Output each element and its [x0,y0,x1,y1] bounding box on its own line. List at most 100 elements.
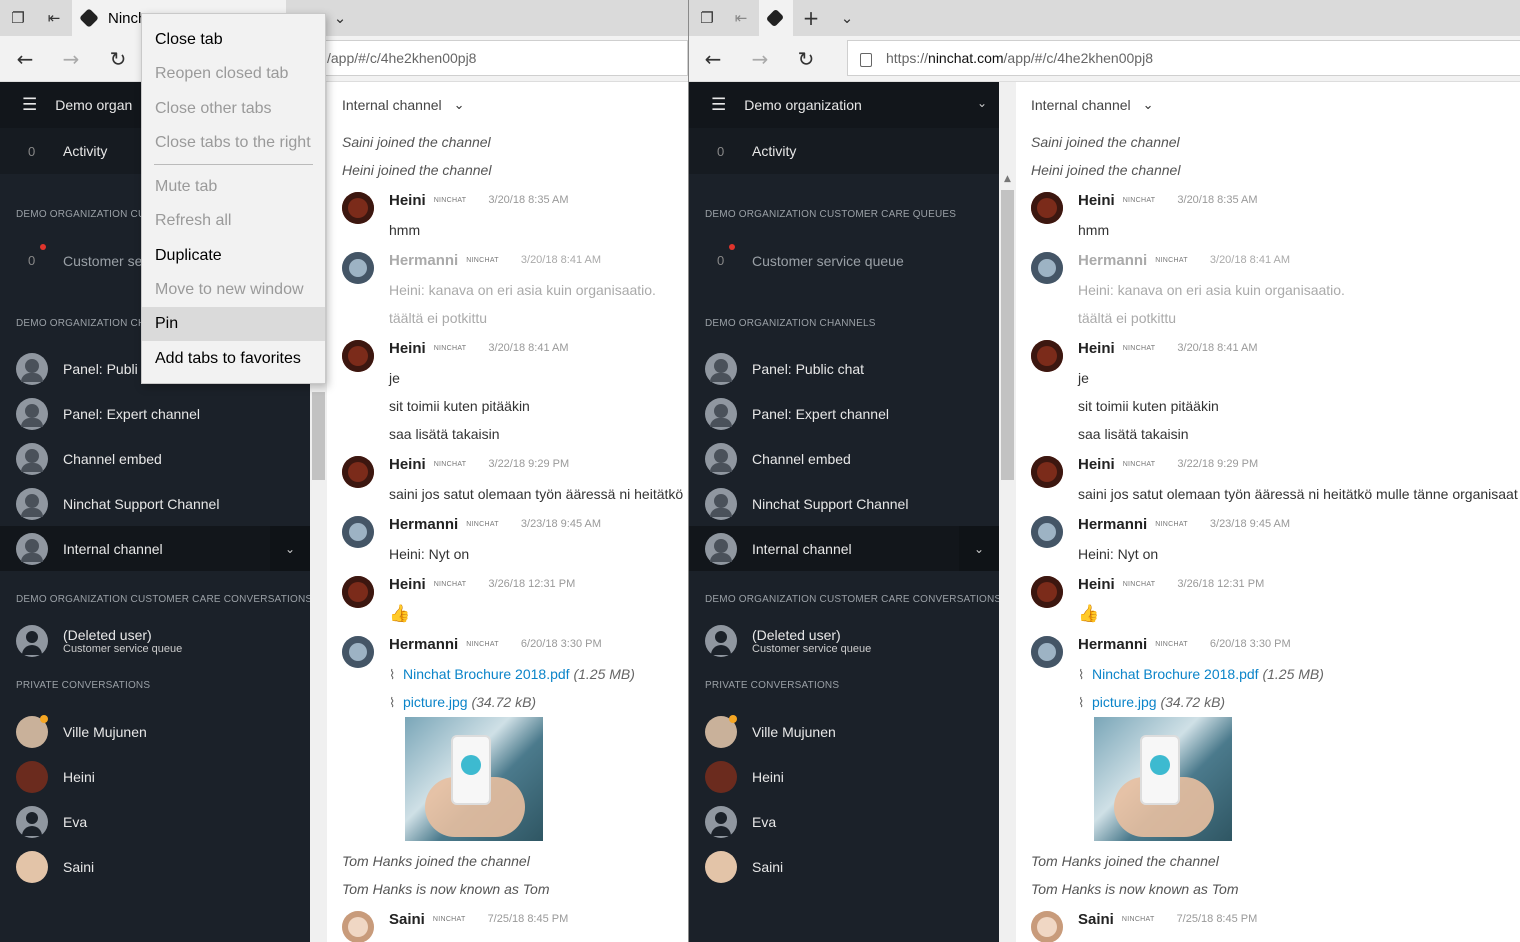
menu-item-move-to-new-window[interactable]: Move to new window [142,273,325,307]
sidebar-item-channel-selected[interactable]: Internal channel ⌄ [689,526,999,571]
sidebar-item-channel-selected[interactable]: Internal channel ⌄ [0,526,310,571]
chevron-down-icon[interactable]: ⌄ [1143,98,1154,113]
sender-name[interactable]: Hermanni [1078,636,1147,653]
attachment-link[interactable]: Ninchat Brochure 2018.pdf [1092,666,1259,682]
sidebar-item-private[interactable]: Ville Mujunen [689,709,999,754]
menu-item-mute-tab[interactable]: Mute tab [142,170,325,204]
avatar[interactable] [342,192,374,224]
menu-item-close-other-tabs[interactable]: Close other tabs [142,92,325,126]
set-aside-tabs-icon[interactable]: ⇤ [36,0,72,36]
org-selector[interactable]: ☰ Demo organization ⌄ [689,82,999,128]
new-tab-icon[interactable]: + [793,0,829,36]
sender-name[interactable]: Heini [389,340,426,357]
menu-item-duplicate[interactable]: Duplicate [142,239,325,273]
sender-name[interactable]: Saini [1078,911,1114,928]
avatar[interactable] [1031,636,1063,668]
tab-list-chevron-icon[interactable]: ⌄ [829,0,865,36]
sidebar-item-private[interactable]: Ville Mujunen [0,709,310,754]
menu-item-close-tab[interactable]: Close tab [142,23,325,57]
channel-header[interactable]: Internal channel ⌄ [1016,82,1520,128]
sidebar-item-conversation[interactable]: (Deleted user) Customer service queue [689,613,999,669]
sidebar-item-queue[interactable]: 0 Customer service queue [689,228,999,293]
menu-item-reopen-closed-tab[interactable]: Reopen closed tab [142,57,325,91]
sidebar-item-private[interactable]: Eva [0,799,310,844]
avatar[interactable] [1031,456,1063,488]
hamburger-icon[interactable]: ☰ [22,95,37,115]
image-preview[interactable] [405,717,543,841]
menu-item-close-tabs-right[interactable]: Close tabs to the right [142,126,325,160]
avatar[interactable] [342,456,374,488]
chevron-down-icon[interactable]: ⌄ [977,96,987,110]
chevron-down-icon[interactable]: ⌄ [454,98,465,113]
back-icon[interactable]: ← [690,36,736,82]
sender-name[interactable]: Heini [1078,576,1115,593]
sidebar-item-activity[interactable]: 0 Activity [689,128,999,174]
sender-name[interactable]: Hermanni [1078,516,1147,533]
sender-name[interactable]: Heini [389,456,426,473]
sidebar-item-private[interactable]: Heini [689,754,999,799]
forward-icon[interactable]: → [48,36,94,82]
attachment-link[interactable]: picture.jpg [403,694,468,710]
sidebar-scrollbar[interactable]: ▲ [999,82,1016,942]
sidebar-item-channel[interactable]: Panel: Expert channel [0,391,310,436]
scroll-up-icon[interactable]: ▲ [999,174,1016,190]
sidebar-item-channel[interactable]: Ninchat Support Channel [0,481,310,526]
sidebar-item-private[interactable]: Eva [689,799,999,844]
menu-item-refresh-all[interactable]: Refresh all [142,204,325,238]
attachment-link[interactable]: Ninchat Brochure 2018.pdf [403,666,570,682]
sidebar-item-channel[interactable]: Panel: Expert channel [689,391,999,436]
sidebar-item-private[interactable]: Heini [0,754,310,799]
url-field[interactable]: https://ninchat.com/app/#/c/4he2khen00pj… [847,40,1520,76]
tab-actions-icon[interactable]: ❐ [689,0,725,36]
tab-pinned-ninchat[interactable] [759,0,793,36]
avatar[interactable] [1031,340,1063,372]
sender-name[interactable]: Heini [389,192,426,209]
sender-name[interactable]: Hermanni [389,636,458,653]
tab-list-chevron-icon[interactable]: ⌄ [322,0,358,36]
sender-name[interactable]: Heini [1078,456,1115,473]
sidebar-item-private[interactable]: Saini [0,844,310,889]
avatar[interactable] [1031,911,1063,942]
avatar[interactable] [342,252,374,284]
avatar[interactable] [342,576,374,608]
avatar[interactable] [1031,192,1063,224]
channel-header[interactable]: Internal channel ⌄ [327,82,688,128]
avatar[interactable] [1031,576,1063,608]
hamburger-icon[interactable]: ☰ [711,95,726,115]
sender-name[interactable]: Hermanni [389,516,458,533]
tab-actions-icon[interactable]: ❐ [0,0,36,36]
sidebar-item-channel[interactable]: Channel embed [689,436,999,481]
chevron-down-icon[interactable]: ⌄ [270,526,310,571]
url-field[interactable]: /app/#/c/4he2khen00pj8 [316,40,688,76]
private-label: Ville Mujunen [63,723,147,740]
sidebar-item-private[interactable]: Saini [689,844,999,889]
sidebar-item-channel[interactable]: Channel embed [0,436,310,481]
avatar[interactable] [1031,516,1063,548]
refresh-icon[interactable]: ↻ [95,36,141,82]
sender-name[interactable]: Hermanni [1078,252,1147,269]
sender-name[interactable]: Saini [389,911,425,928]
scrollbar-thumb[interactable] [1001,190,1014,480]
sidebar-item-conversation[interactable]: (Deleted user) Customer service queue [0,613,310,669]
sidebar-item-channel[interactable]: Ninchat Support Channel [689,481,999,526]
avatar[interactable] [342,340,374,372]
scrollbar-thumb[interactable] [312,392,325,480]
sender-name[interactable]: Hermanni [389,252,458,269]
image-preview[interactable] [1094,717,1232,841]
menu-item-pin[interactable]: Pin [142,307,325,341]
refresh-icon[interactable]: ↻ [783,36,829,82]
set-aside-tabs-icon[interactable]: ⇤ [723,0,759,36]
forward-icon[interactable]: → [737,36,783,82]
sender-name[interactable]: Heini [1078,192,1115,209]
attachment-link[interactable]: picture.jpg [1092,694,1157,710]
avatar[interactable] [342,636,374,668]
sender-name[interactable]: Heini [1078,340,1115,357]
avatar[interactable] [1031,252,1063,284]
back-icon[interactable]: ← [2,36,48,82]
avatar[interactable] [342,911,374,942]
avatar[interactable] [342,516,374,548]
menu-item-add-to-favorites[interactable]: Add tabs to favorites [142,342,325,376]
chevron-down-icon[interactable]: ⌄ [959,526,999,571]
sidebar-item-channel[interactable]: Panel: Public chat [689,346,999,391]
sender-name[interactable]: Heini [389,576,426,593]
